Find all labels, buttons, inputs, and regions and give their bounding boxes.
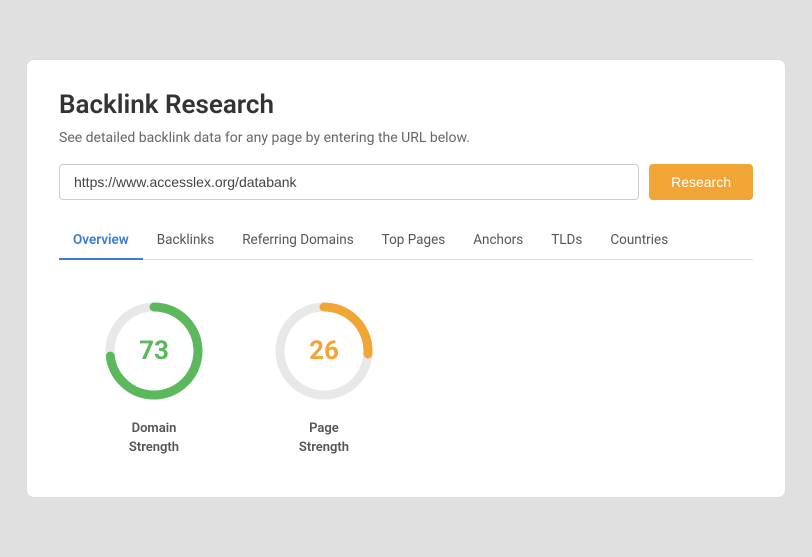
page-strength-label: PageStrength bbox=[299, 420, 349, 456]
domain-strength-metric: 73 DomainStrength bbox=[99, 296, 209, 456]
domain-strength-value: 73 bbox=[139, 336, 169, 366]
page-subtitle: See detailed backlink data for any page … bbox=[59, 130, 753, 146]
tab-anchors[interactable]: Anchors bbox=[459, 222, 537, 260]
search-row: Research bbox=[59, 164, 753, 200]
tab-countries[interactable]: Countries bbox=[596, 222, 682, 260]
research-button[interactable]: Research bbox=[649, 164, 753, 200]
tab-overview[interactable]: Overview bbox=[59, 222, 143, 260]
domain-strength-label: DomainStrength bbox=[129, 420, 179, 456]
url-input[interactable] bbox=[59, 164, 639, 200]
metrics-row: 73 DomainStrength 26 PageStrength bbox=[59, 296, 753, 456]
tabs-nav: Overview Backlinks Referring Domains Top… bbox=[59, 222, 753, 260]
page-title: Backlink Research bbox=[59, 90, 753, 120]
main-card: Backlink Research See detailed backlink … bbox=[26, 59, 786, 497]
tab-backlinks[interactable]: Backlinks bbox=[143, 222, 229, 260]
domain-strength-circle: 73 bbox=[99, 296, 209, 406]
page-strength-metric: 26 PageStrength bbox=[269, 296, 379, 456]
page-strength-value: 26 bbox=[309, 336, 339, 366]
tab-top-pages[interactable]: Top Pages bbox=[368, 222, 460, 260]
tab-referring-domains[interactable]: Referring Domains bbox=[228, 222, 367, 260]
page-strength-circle: 26 bbox=[269, 296, 379, 406]
tab-tlds[interactable]: TLDs bbox=[537, 222, 596, 260]
